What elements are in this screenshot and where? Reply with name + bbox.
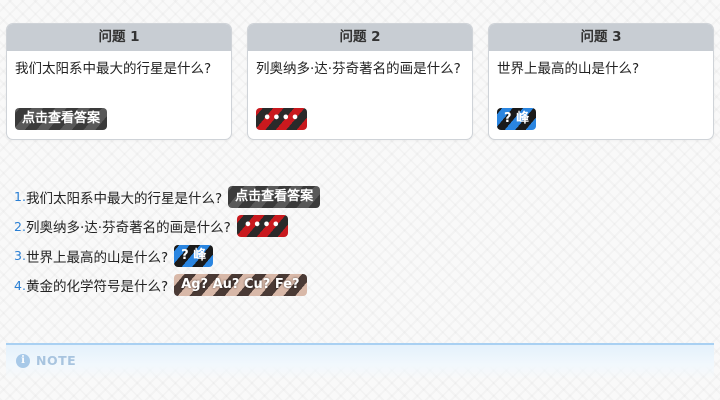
answer-spoiler-button[interactable]: 点击查看答案 bbox=[15, 108, 108, 130]
card-header: 问题 1 bbox=[7, 24, 231, 51]
question-card-2: 问题 2 列奥纳多·达·芬奇著名的画是什么? •••• bbox=[247, 23, 473, 140]
list-question: 我们太阳系中最大的行星是什么? bbox=[26, 190, 223, 207]
note-box: i NOTE bbox=[6, 343, 714, 379]
list-question: 列奥纳多·达·芬奇著名的画是什么? bbox=[26, 220, 231, 237]
list-number: 3. bbox=[14, 248, 26, 264]
card-header: 问题 2 bbox=[248, 24, 472, 51]
list-number: 1. bbox=[14, 189, 26, 205]
note-label: NOTE bbox=[36, 353, 77, 368]
answer-spoiler-button[interactable]: 点击查看答案 bbox=[228, 185, 321, 208]
card-header: 问题 3 bbox=[489, 24, 713, 51]
list-item: 1. 我们太阳系中最大的行星是什么? 点击查看答案 bbox=[14, 182, 321, 212]
card-question: 世界上最高的山是什么? bbox=[497, 61, 640, 77]
answer-spoiler-button[interactable]: ? 峰 bbox=[497, 108, 537, 130]
list-number: 4. bbox=[14, 277, 26, 293]
answer-spoiler-button[interactable]: •••• bbox=[256, 108, 308, 130]
answer-spoiler-button[interactable]: •••• bbox=[236, 215, 288, 238]
list-item: 3. 世界上最高的山是什么? ? 峰 bbox=[14, 241, 320, 271]
list-question: 黄金的化学符号是什么? bbox=[26, 279, 169, 296]
question-list: 1. 我们太阳系中最大的行星是什么? 点击查看答案 2. 列奥纳多·达·芬奇著名… bbox=[14, 182, 321, 301]
card-question: 列奥纳多·达·芬奇著名的画是什么? bbox=[256, 61, 461, 77]
question-cards: 问题 1 我们太阳系中最大的行星是什么? 点击查看答案 问题 2 列奥纳多·达·… bbox=[6, 23, 714, 140]
list-question: 世界上最高的山是什么? bbox=[26, 249, 169, 266]
card-question: 我们太阳系中最大的行星是什么? bbox=[15, 61, 212, 77]
question-card-3: 问题 3 世界上最高的山是什么? ? 峰 bbox=[488, 23, 714, 140]
list-number: 2. bbox=[14, 218, 26, 234]
info-icon: i bbox=[16, 354, 30, 368]
list-item: 4. 黄金的化学符号是什么? Ag? Au? Cu? Fe? bbox=[14, 271, 320, 301]
answer-spoiler-button[interactable]: Ag? Au? Cu? Fe? bbox=[174, 274, 307, 297]
list-item: 2. 列奥纳多·达·芬奇著名的画是什么? •••• bbox=[14, 212, 320, 242]
question-card-1: 问题 1 我们太阳系中最大的行星是什么? 点击查看答案 bbox=[6, 23, 232, 140]
answer-spoiler-button[interactable]: ? 峰 bbox=[174, 244, 214, 267]
